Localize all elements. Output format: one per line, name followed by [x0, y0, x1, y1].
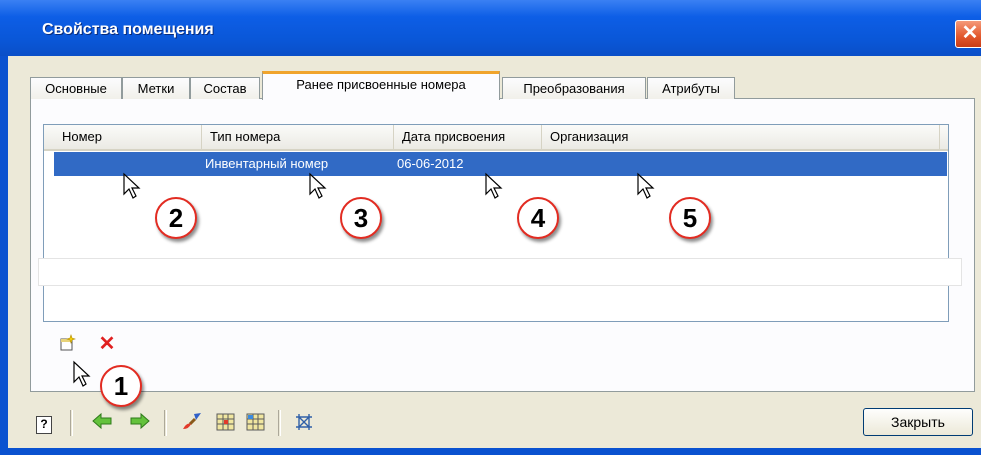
title-bar[interactable]: Свойства помещения ✕	[0, 0, 981, 56]
callout-4: 4	[517, 197, 559, 239]
grid-frame-button[interactable]	[292, 412, 316, 436]
cursor-arrow-icon	[309, 172, 327, 199]
tab-labels[interactable]: Метки	[122, 77, 190, 99]
tab-transformations[interactable]: Преобразования	[502, 77, 646, 99]
toolbar-separator	[164, 410, 167, 436]
grid-frame-icon	[296, 414, 312, 430]
close-icon: ✕	[961, 22, 979, 44]
tab-composition[interactable]: Состав	[190, 77, 260, 99]
toolbar-separator	[70, 410, 73, 436]
list-header: Номер Тип номера Дата присвоения Организ…	[44, 125, 948, 151]
callout-5: 5	[669, 197, 711, 239]
forward-button[interactable]	[128, 412, 152, 436]
back-arrow-icon	[92, 412, 112, 430]
cursor-arrow-icon	[637, 172, 655, 199]
window-frame-bottom	[0, 448, 981, 455]
grid-select-icon	[246, 413, 265, 431]
help-button[interactable]: ?	[32, 412, 56, 436]
callout-2: 2	[155, 197, 197, 239]
column-header-organization[interactable]: Организация	[542, 125, 940, 149]
column-header-date[interactable]: Дата присвоения	[394, 125, 542, 149]
cursor-arrow-icon	[123, 172, 141, 199]
help-icon: ?	[36, 416, 52, 434]
cursor-arrow-icon	[73, 360, 91, 387]
column-header-number[interactable]: Номер	[54, 125, 202, 149]
back-button[interactable]	[90, 412, 114, 436]
toolbar-separator	[278, 410, 281, 436]
brush-icon	[183, 413, 201, 429]
window-title: Свойства помещения	[42, 21, 214, 38]
tab-basic[interactable]: Основные	[30, 77, 122, 99]
delete-record-button[interactable]: ✕	[96, 333, 118, 355]
cell-organization[interactable]	[542, 152, 943, 176]
tab-previous-numbers[interactable]: Ранее присвоенные номера	[262, 71, 500, 100]
cell-date[interactable]: 06-06-2012	[394, 152, 545, 176]
column-header-type[interactable]: Тип номера	[202, 125, 394, 149]
callout-3: 3	[340, 197, 382, 239]
brush-button[interactable]	[180, 412, 204, 436]
dialog-window: Свойства помещения ✕ Основные Метки Сост…	[0, 0, 981, 455]
delete-x-icon: ✕	[98, 333, 116, 355]
add-record-button[interactable]	[56, 334, 78, 356]
forward-arrow-icon	[130, 412, 150, 430]
callout-1: 1	[100, 365, 142, 407]
horizontal-scroll-strip[interactable]	[38, 258, 962, 286]
grid-edit-button[interactable]	[214, 412, 238, 436]
grid-select-button[interactable]	[244, 412, 268, 436]
close-window-button[interactable]: ✕	[955, 20, 981, 48]
close-button[interactable]: Закрыть	[863, 408, 973, 436]
grid-edit-icon	[216, 413, 235, 431]
cursor-arrow-icon	[485, 172, 503, 199]
tab-attributes[interactable]: Атрибуты	[647, 77, 735, 99]
window-frame-left	[0, 56, 8, 455]
cell-type[interactable]: Инвентарный номер	[202, 152, 397, 176]
new-record-icon	[60, 334, 76, 351]
